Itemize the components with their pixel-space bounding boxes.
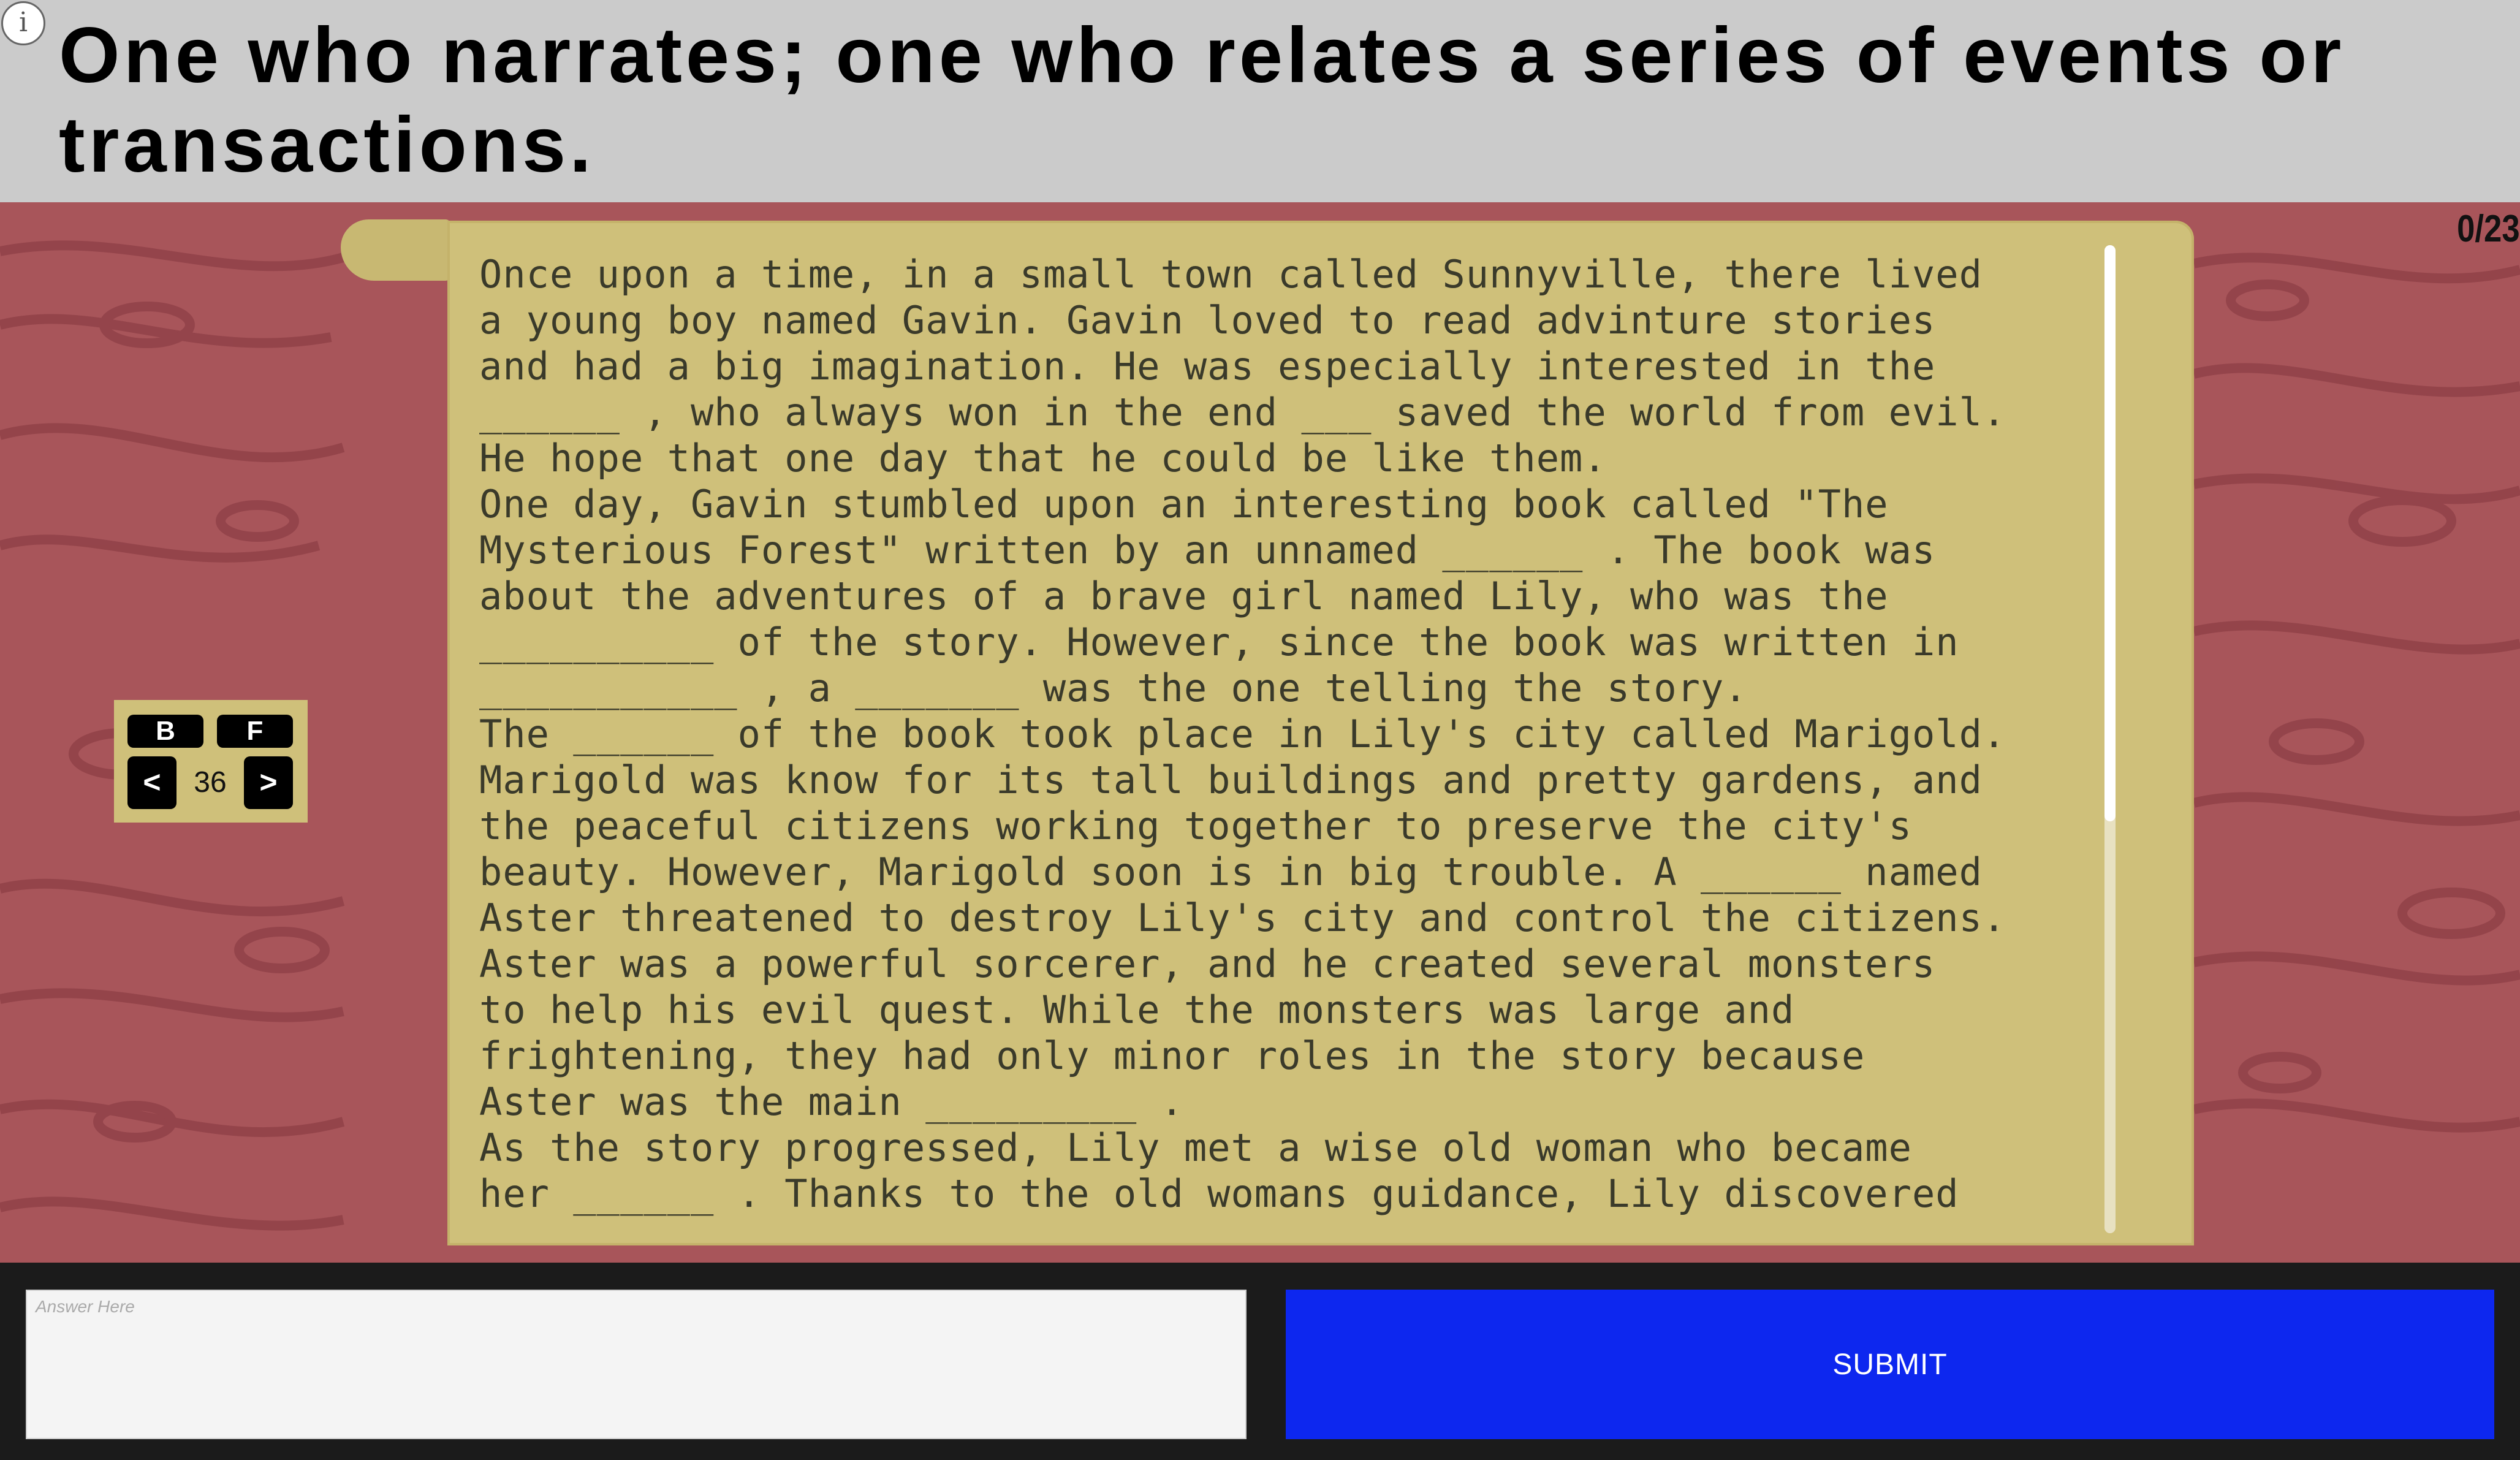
next-page-button[interactable]: > xyxy=(244,756,293,809)
previous-page-button[interactable]: < xyxy=(127,756,176,809)
submit-button[interactable]: SUBMIT xyxy=(1286,1290,2494,1439)
wood-background: 0/23 Once upon a time, in a small town c… xyxy=(0,202,2520,1263)
scroll-curl xyxy=(341,219,451,281)
story-text: Once upon a time, in a small town called… xyxy=(479,252,2006,1216)
scrollbar-thumb[interactable] xyxy=(2104,245,2116,821)
story-scroll[interactable]: Once upon a time, in a small town called… xyxy=(447,221,2194,1245)
page-navigator: B F < 36 > xyxy=(114,700,308,823)
score-counter: 0/23 xyxy=(2457,208,2520,250)
clue-text: One who narrates; one who relates a seri… xyxy=(59,12,2345,189)
clue-header: i One who narrates; one who relates a se… xyxy=(0,0,2520,202)
scrollbar-track[interactable] xyxy=(2104,245,2116,1233)
answer-input[interactable] xyxy=(26,1290,1247,1439)
page-number: 36 xyxy=(194,766,227,799)
info-icon[interactable]: i xyxy=(1,1,45,45)
forward-button[interactable]: F xyxy=(217,715,293,748)
answer-bar: SUBMIT xyxy=(0,1263,2520,1460)
back-button[interactable]: B xyxy=(127,715,203,748)
